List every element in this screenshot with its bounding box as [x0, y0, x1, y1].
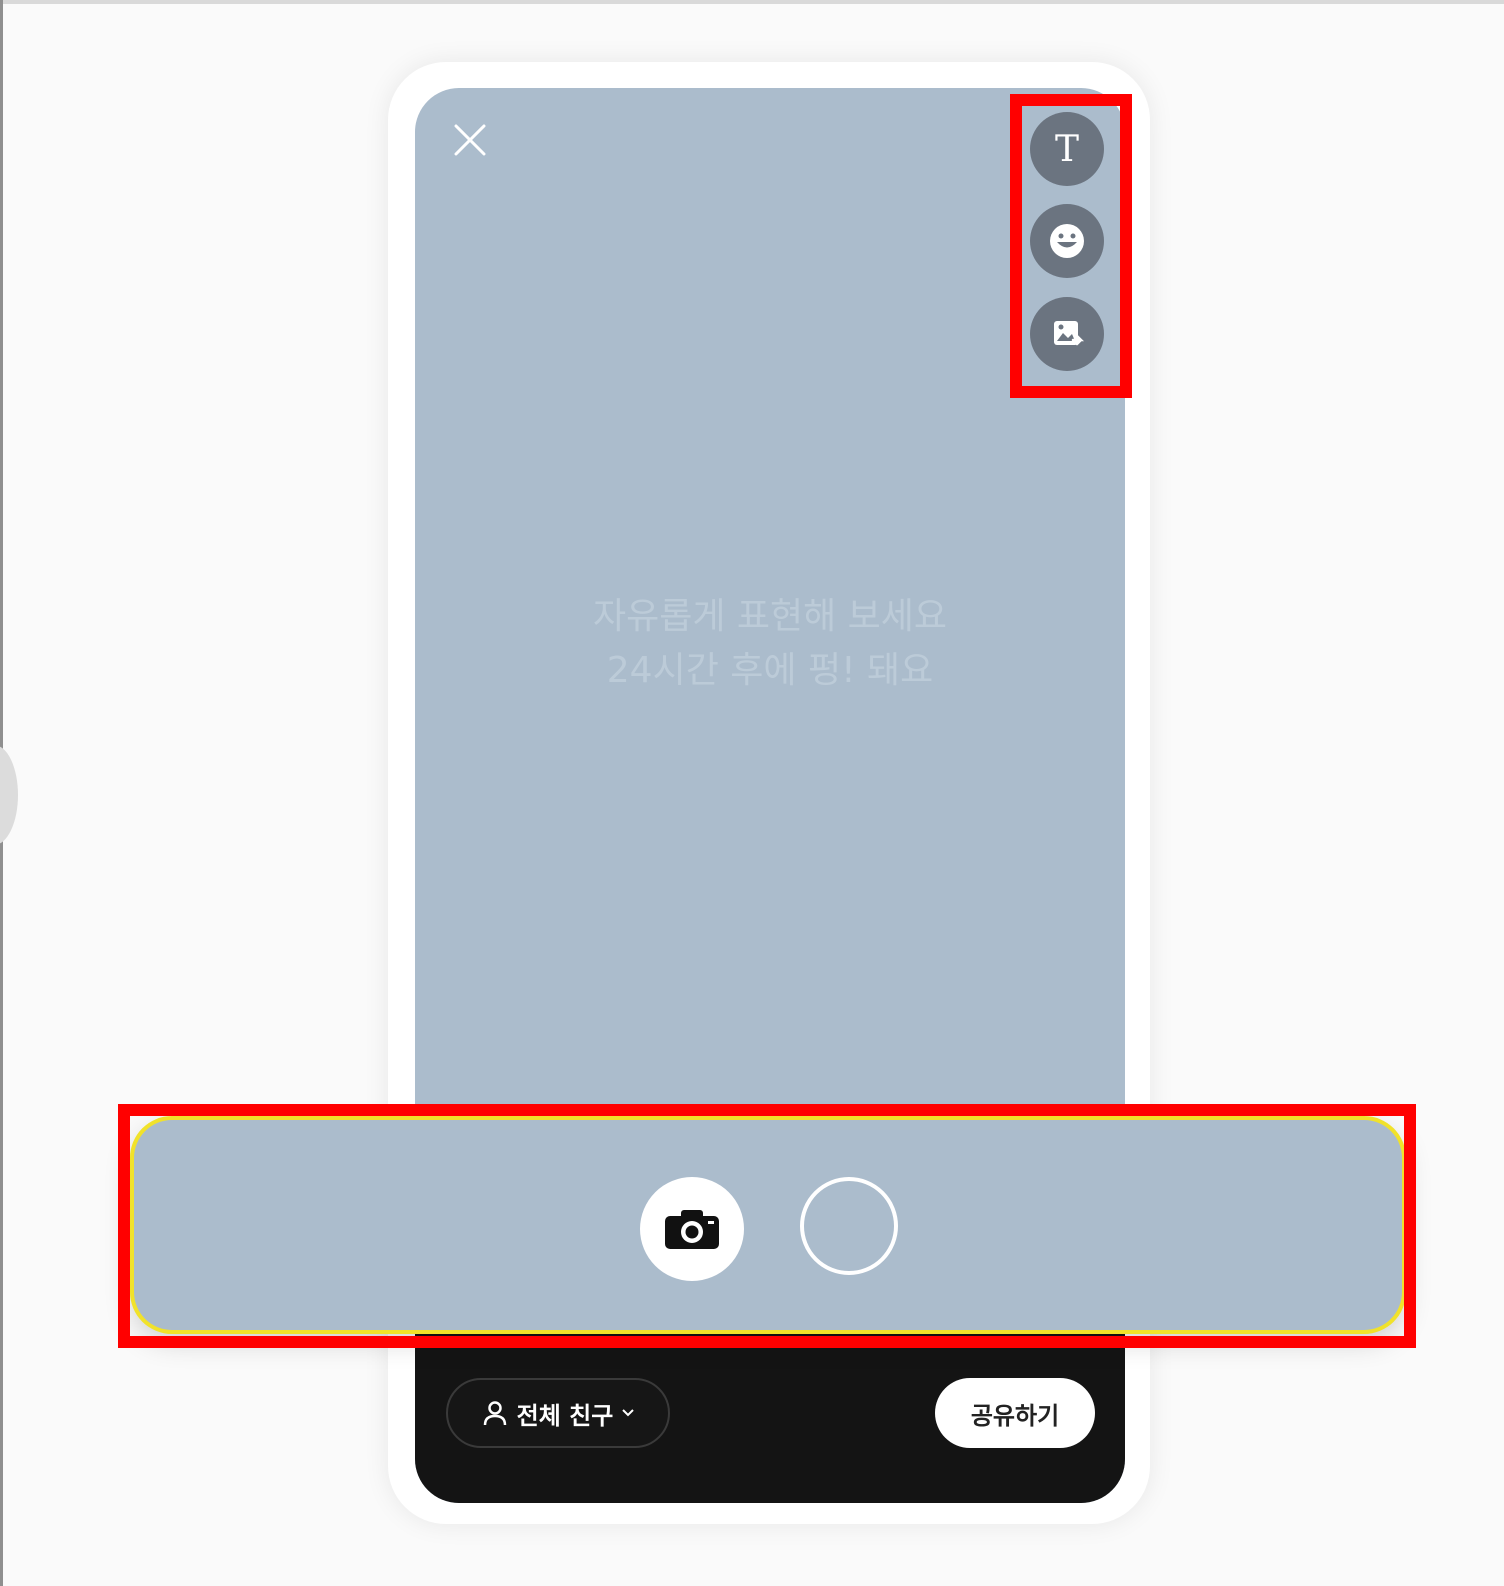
- sticker-icon: [1050, 224, 1084, 258]
- audience-label: 전체 친구: [516, 1401, 614, 1430]
- window-top-border: [0, 0, 1504, 4]
- text-tool-button[interactable]: T: [1030, 112, 1104, 186]
- person-icon: [483, 1401, 506, 1426]
- camera-button[interactable]: [640, 1177, 744, 1281]
- close-icon: [454, 124, 486, 156]
- hint-line-1: 자유롭게 표현해 보세요: [592, 596, 948, 637]
- camera-icon: [665, 1210, 719, 1249]
- share-button[interactable]: 공유하기: [935, 1378, 1095, 1448]
- photo-tool-button[interactable]: [1030, 297, 1104, 371]
- hint-line-2: 24시간 후에 펑! 돼요: [606, 650, 934, 691]
- capture-panel: [134, 1120, 1402, 1330]
- canvas-hint: 자유롭게 표현해 보세요 24시간 후에 펑! 돼요: [415, 590, 1125, 698]
- close-button[interactable]: [448, 118, 492, 162]
- text-icon: T: [1054, 128, 1079, 170]
- photo-icon: [1054, 321, 1085, 346]
- side-handle[interactable]: [0, 745, 18, 845]
- audience-select-button[interactable]: 전체 친구: [446, 1378, 670, 1448]
- sticker-tool-button[interactable]: [1030, 204, 1104, 278]
- shutter-button[interactable]: [800, 1177, 898, 1275]
- chevron-down-icon: [622, 1409, 635, 1417]
